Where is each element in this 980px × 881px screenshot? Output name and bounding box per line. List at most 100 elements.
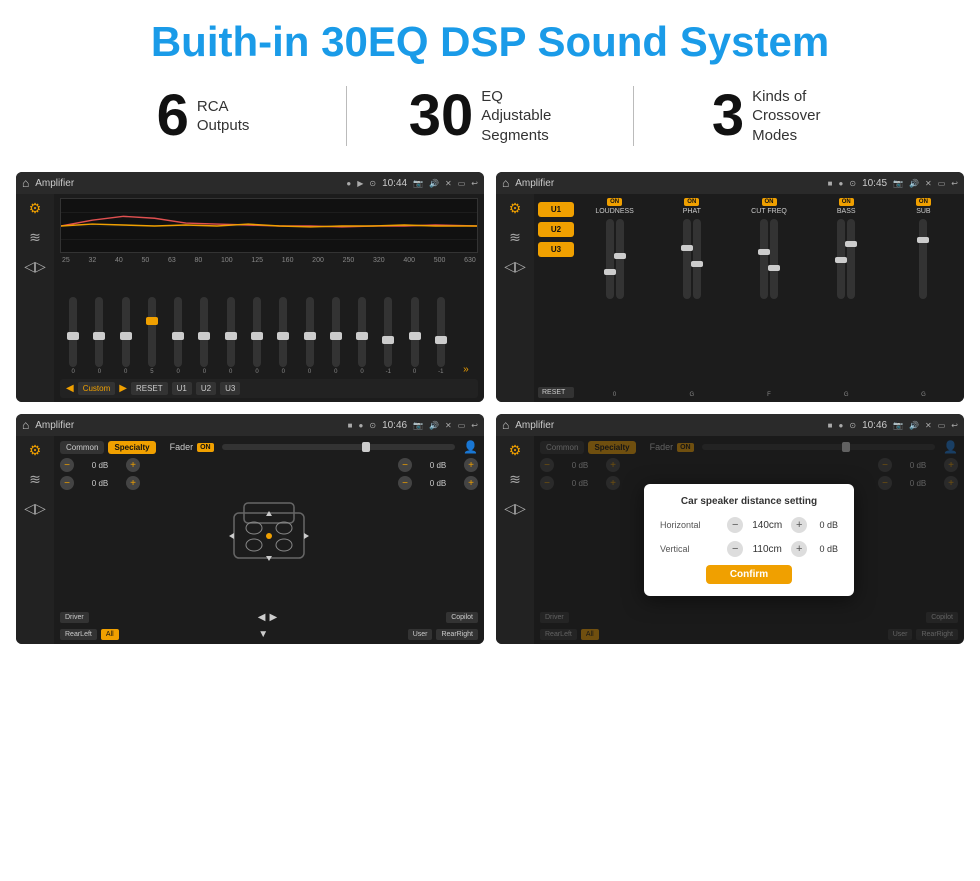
sidebar-vol-icon[interactable]: ◁▷ xyxy=(24,258,46,275)
dialog-vertical-controls: − 110cm + xyxy=(727,541,807,557)
phat-slider-1[interactable] xyxy=(683,219,691,299)
fader-user-btn[interactable]: User xyxy=(408,629,433,640)
sidebar-wave-icon-2[interactable]: ≋ xyxy=(509,229,521,246)
dialog-title: Car speaker distance setting xyxy=(660,496,838,507)
page-title: Buith-in 30EQ DSP Sound System xyxy=(20,18,960,66)
eq-slider-5: 0 xyxy=(200,297,208,375)
fader-h-slider[interactable] xyxy=(222,444,455,450)
eq-track-13[interactable] xyxy=(411,297,419,367)
sidebar-vol-icon-3[interactable]: ◁▷ xyxy=(24,500,46,517)
status-title-1: Amplifier xyxy=(35,178,340,189)
vol-minus-1[interactable]: − xyxy=(60,458,74,472)
loudness-slider-2[interactable] xyxy=(616,219,624,299)
mode-specialty-btn[interactable]: Specialty xyxy=(108,441,155,454)
fader-settings-icon[interactable]: 👤 xyxy=(463,440,478,454)
dialog-confirm-button[interactable]: Confirm xyxy=(706,565,792,584)
u1-btn[interactable]: U1 xyxy=(538,202,574,217)
phat-on[interactable]: ON xyxy=(684,198,699,206)
dialog-horizontal-plus[interactable]: + xyxy=(791,517,807,533)
vol-minus-3[interactable]: − xyxy=(398,458,412,472)
eq-preset-reset[interactable]: RESET xyxy=(131,382,168,395)
eq-track-7[interactable] xyxy=(253,297,261,367)
cutfreq-slider-1[interactable] xyxy=(760,219,768,299)
eq-freq-320: 320 xyxy=(373,257,385,264)
eq-track-1[interactable] xyxy=(95,297,103,367)
dialog-vertical-plus[interactable]: + xyxy=(791,541,807,557)
vol-plus-1[interactable]: + xyxy=(126,458,140,472)
status-title-2: Amplifier xyxy=(515,178,821,189)
fader-driver-btn[interactable]: Driver xyxy=(60,612,89,623)
cutfreq-on[interactable]: ON xyxy=(762,198,777,206)
vol-plus-3[interactable]: + xyxy=(464,458,478,472)
sidebar-eq-icon-4[interactable]: ⚙ xyxy=(509,442,522,459)
fader-all-btn[interactable]: All xyxy=(101,629,119,640)
eq-preset-u3[interactable]: U3 xyxy=(220,382,240,395)
home-icon[interactable]: ⌂ xyxy=(22,176,29,190)
home-icon-2[interactable]: ⌂ xyxy=(502,176,509,190)
eq-track-10[interactable] xyxy=(332,297,340,367)
sidebar-eq-icon[interactable]: ⚙ xyxy=(29,200,42,217)
vol-minus-4[interactable]: − xyxy=(398,476,412,490)
sidebar-vol-icon-2[interactable]: ◁▷ xyxy=(504,258,526,275)
mode-common-btn[interactable]: Common xyxy=(60,441,104,454)
fader-right-arrow[interactable]: ▶ xyxy=(269,612,277,623)
eq-preset-u1[interactable]: U1 xyxy=(172,382,192,395)
eq-track-2[interactable] xyxy=(122,297,130,367)
sub-on[interactable]: ON xyxy=(916,198,931,206)
vol-plus-2[interactable]: + xyxy=(126,476,140,490)
bass-slider-1[interactable] xyxy=(837,219,845,299)
fader-rearleft-btn[interactable]: RearLeft xyxy=(60,629,97,640)
fader-rearright-btn[interactable]: RearRight xyxy=(436,629,478,640)
eq-track-3[interactable] xyxy=(148,297,156,367)
eq-preset-custom[interactable]: Custom xyxy=(78,382,116,395)
location-icon-4: ⊙ xyxy=(849,421,856,430)
dot-icon-2: ■ xyxy=(828,179,833,188)
vol-icon-4: 🔊 xyxy=(909,421,919,430)
eq-track-4[interactable] xyxy=(174,297,182,367)
sub-slider-1[interactable] xyxy=(919,219,927,299)
crossover-reset-btn[interactable]: RESET xyxy=(538,387,574,398)
vol-icon-1: 🔊 xyxy=(429,179,439,188)
loudness-on[interactable]: ON xyxy=(607,198,622,206)
sidebar-eq-icon-2[interactable]: ⚙ xyxy=(509,200,522,217)
vol-plus-4[interactable]: + xyxy=(464,476,478,490)
u2-btn[interactable]: U2 xyxy=(538,222,574,237)
sidebar-wave-icon-3[interactable]: ≋ xyxy=(29,471,41,488)
eq-track-5[interactable] xyxy=(200,297,208,367)
eq-prev-arrow[interactable]: ◀ xyxy=(66,383,74,394)
eq-preset-u2[interactable]: U2 xyxy=(196,382,216,395)
eq-track-0[interactable] xyxy=(69,297,77,367)
cutfreq-slider-2[interactable] xyxy=(770,219,778,299)
eq-track-12[interactable] xyxy=(384,297,392,367)
dialog-horizontal-minus[interactable]: − xyxy=(727,517,743,533)
vol-value-1: 0 dB xyxy=(77,461,123,470)
fader-copilot-btn[interactable]: Copilot xyxy=(446,612,478,623)
fader-on-badge[interactable]: ON xyxy=(197,443,214,452)
phat-slider-2[interactable] xyxy=(693,219,701,299)
vol-minus-2[interactable]: − xyxy=(60,476,74,490)
eq-next-arrow[interactable]: ▶ xyxy=(119,383,127,394)
sidebar-eq-icon-3[interactable]: ⚙ xyxy=(29,442,42,459)
sidebar-wave-icon-4[interactable]: ≋ xyxy=(509,471,521,488)
fader-left-arrow[interactable]: ◀ xyxy=(258,612,266,623)
vol-value-2: 0 dB xyxy=(77,479,123,488)
eq-track-9[interactable] xyxy=(306,297,314,367)
eq-track-11[interactable] xyxy=(358,297,366,367)
eq-slider-1: 0 xyxy=(95,297,103,375)
sidebar-wave-icon[interactable]: ≋ xyxy=(29,229,41,246)
u3-btn[interactable]: U3 xyxy=(538,242,574,257)
bass-slider-2[interactable] xyxy=(847,219,855,299)
eq-track-8[interactable] xyxy=(279,297,287,367)
fader-down-arrow[interactable]: ▼ xyxy=(258,629,268,640)
eq-bottom-bar: ◀ Custom ▶ RESET U1 U2 U3 xyxy=(60,379,478,398)
home-icon-3[interactable]: ⌂ xyxy=(22,418,29,432)
eq-scroll-right[interactable]: » xyxy=(463,364,469,375)
eq-track-14[interactable] xyxy=(437,297,445,367)
stat-eq-number: 30 xyxy=(409,87,474,145)
eq-track-6[interactable] xyxy=(227,297,235,367)
loudness-slider-1[interactable] xyxy=(606,219,614,299)
dialog-vertical-minus[interactable]: − xyxy=(727,541,743,557)
home-icon-4[interactable]: ⌂ xyxy=(502,418,509,432)
bass-on[interactable]: ON xyxy=(839,198,854,206)
sidebar-vol-icon-4[interactable]: ◁▷ xyxy=(504,500,526,517)
